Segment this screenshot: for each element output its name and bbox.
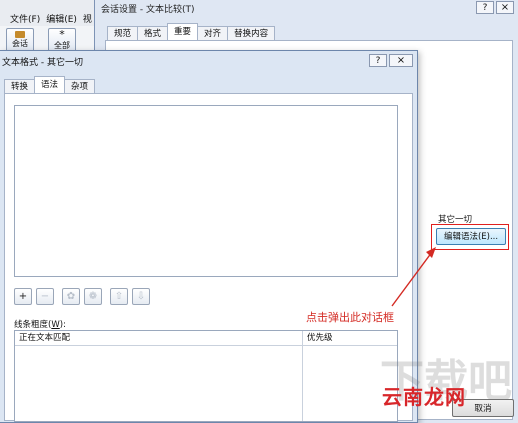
group-icon: ❁ <box>88 291 98 302</box>
session-toolbar-label: 会话 <box>12 39 28 48</box>
asterisk-icon: * <box>59 28 65 41</box>
tab-important[interactable]: 重要 <box>167 23 199 41</box>
menu-view[interactable]: 视 <box>83 12 92 25</box>
tab-misc[interactable]: 杂项 <box>64 79 96 94</box>
dialog-title: 会话设置 - 文本比较(T) <box>101 5 195 15</box>
line-thickness-label: 线条粗度(W): <box>14 320 66 330</box>
plus-icon: + <box>18 291 28 302</box>
rule-settings-button[interactable]: ✿ <box>62 288 80 305</box>
arrow-up-icon: ⇧ <box>114 291 124 302</box>
menu-file[interactable]: 文件(F) <box>10 12 40 25</box>
match-list[interactable]: 正在文本匹配 优先级 <box>14 330 398 422</box>
column-matching-text[interactable]: 正在文本匹配 <box>19 331 70 345</box>
add-rule-button[interactable]: + <box>14 288 32 305</box>
format-tabs: 转换 语法 杂项 <box>4 76 96 94</box>
move-down-button[interactable]: ⇩ <box>132 288 150 305</box>
accelerator-key: W <box>51 320 60 330</box>
rule-group-button[interactable]: ❁ <box>84 288 102 305</box>
help-button[interactable]: ? <box>476 1 494 14</box>
tab-convert[interactable]: 转换 <box>4 79 36 94</box>
tab-format[interactable]: 格式 <box>137 26 169 41</box>
edit-syntax-button[interactable]: 编辑语法(E)... <box>436 228 506 245</box>
close-button[interactable]: × <box>496 1 514 14</box>
tab-spec[interactable]: 规范 <box>107 26 139 41</box>
session-tabs: 规范 格式 重要 对齐 替换内容 <box>107 23 276 41</box>
column-priority[interactable]: 优先级 <box>307 331 333 345</box>
watermark-logo: 云南龙网 <box>382 385 466 409</box>
syntax-rule-area[interactable] <box>14 105 398 277</box>
arrow-down-icon: ⇩ <box>136 291 146 302</box>
syntax-tab-panel: + − ✿ ❁ ⇧ ⇩ 线条粗度(W): 正在文本匹配 优先级 <box>4 93 413 422</box>
dialog-title: 文本格式 - 其它一切 <box>2 58 83 68</box>
tab-align[interactable]: 对齐 <box>197 26 229 41</box>
close-button[interactable]: × <box>389 54 413 67</box>
move-up-button[interactable]: ⇧ <box>110 288 128 305</box>
column-divider <box>302 331 303 421</box>
list-header: 正在文本匹配 优先级 <box>15 331 397 346</box>
remove-rule-button[interactable]: − <box>36 288 54 305</box>
menu-edit[interactable]: 编辑(E) <box>46 12 77 25</box>
tab-syntax[interactable]: 语法 <box>34 76 66 94</box>
minus-icon: − <box>40 291 50 302</box>
briefcase-icon <box>15 31 25 38</box>
menu-bar: 文件(F) 编辑(E) 视 <box>0 10 100 26</box>
gear-icon: ✿ <box>66 291 76 302</box>
callout-text: 点击弹出此对话框 <box>306 311 394 324</box>
text-format-dialog: 文本格式 - 其它一切 ? × 转换 语法 杂项 + − ✿ ❁ ⇧ ⇩ 线条粗… <box>0 50 418 423</box>
tab-replace[interactable]: 替换内容 <box>227 26 276 41</box>
help-button[interactable]: ? <box>369 54 387 67</box>
